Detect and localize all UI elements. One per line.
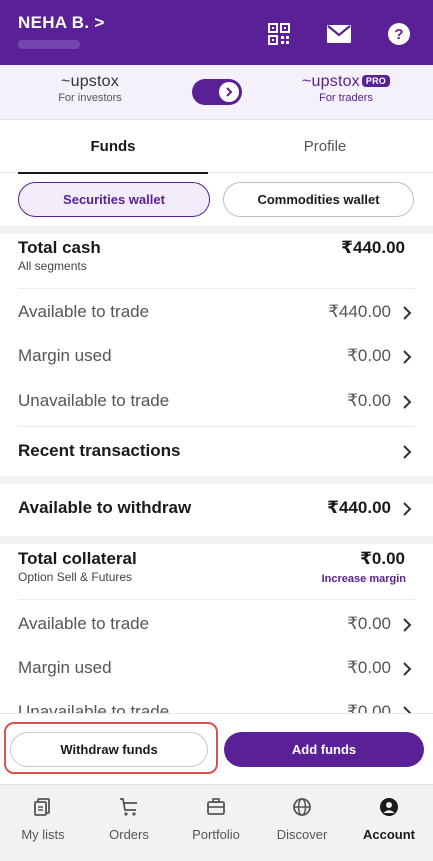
total-cash-title: Total cash <box>18 238 101 257</box>
section-divider <box>0 476 433 484</box>
total-collateral-header: Total collateral ₹0.00 <box>18 549 415 571</box>
chevron-right-icon <box>403 306 412 320</box>
upstox-investors-brand[interactable]: ~upstox For investors <box>50 73 130 104</box>
tabs: Funds Profile <box>0 121 433 174</box>
tab-profile[interactable]: Profile <box>230 121 420 173</box>
chevron-right-icon <box>403 502 412 516</box>
commodities-wallet-button[interactable]: Commodities wallet <box>223 182 414 217</box>
cart-icon <box>120 798 137 816</box>
nav-label: Discover <box>276 827 328 842</box>
total-cash-value: ₹440.00 <box>341 238 405 257</box>
upstox-pro-brand[interactable]: ~upstox PRO For traders <box>296 73 396 104</box>
increase-margin-link[interactable]: Increase margin <box>322 573 406 585</box>
tab-funds[interactable]: Funds <box>18 121 208 174</box>
app-switcher: ~upstox For investors ~upstox PRO For tra… <box>0 65 433 120</box>
chevron-right-icon <box>403 445 412 459</box>
row-label: Unavailable to trade <box>18 391 170 410</box>
nav-portfolio[interactable]: Portfolio <box>173 785 259 861</box>
total-collateral-subtitle: Option Sell & Futures <box>18 570 133 584</box>
total-cash-header: Total cash ₹440.00 <box>18 238 415 260</box>
app-toggle[interactable] <box>192 79 242 105</box>
svg-text:?: ? <box>394 26 403 43</box>
nav-discover[interactable]: Discover <box>259 785 345 861</box>
withdraw-funds-button[interactable]: Withdraw funds <box>10 732 208 767</box>
nav-label: Portfolio <box>192 827 240 842</box>
row-value: ₹0.00 <box>347 391 391 410</box>
user-name[interactable]: NEHA B. > <box>18 13 105 33</box>
recent-transactions-label: Recent transactions <box>18 441 181 460</box>
chevron-right-icon <box>219 82 239 102</box>
nav-label: Orders <box>109 827 149 842</box>
row-value: ₹0.00 <box>347 346 391 365</box>
pro-badge: PRO <box>361 75 390 87</box>
bookmark-list-icon <box>34 798 50 816</box>
action-bar: Withdraw funds Add funds <box>0 713 433 783</box>
section-divider <box>0 226 433 234</box>
divider <box>18 426 415 427</box>
client-id-redacted <box>18 40 80 49</box>
cash-available-row[interactable]: Available to trade ₹440.00 <box>18 302 415 324</box>
securities-wallet-button[interactable]: Securities wallet <box>18 182 210 217</box>
chevron-right-icon <box>403 395 412 409</box>
briefcase-icon <box>207 798 225 815</box>
bottom-nav: My lists Orders Portfolio Discover Accou… <box>0 784 433 861</box>
row-value: ₹0.00 <box>347 614 391 633</box>
chevron-right-icon <box>403 350 412 364</box>
mail-icon[interactable] <box>326 22 352 46</box>
nav-my-lists[interactable]: My lists <box>0 785 86 861</box>
account-icon <box>380 798 398 816</box>
add-funds-button[interactable]: Add funds <box>224 732 424 767</box>
recent-transactions-row[interactable]: Recent transactions <box>18 441 415 463</box>
qr-code-icon[interactable] <box>266 22 292 46</box>
withdraw-label: Available to withdraw <box>18 498 192 517</box>
nav-account[interactable]: Account <box>346 785 432 861</box>
collateral-available-row[interactable]: Available to trade ₹0.00 <box>18 614 415 636</box>
withdraw-value: ₹440.00 <box>327 498 391 517</box>
chevron-right-icon <box>403 618 412 632</box>
row-value: ₹0.00 <box>347 658 391 677</box>
available-to-withdraw-row[interactable]: Available to withdraw ₹440.00 <box>18 498 415 520</box>
total-cash-subtitle: All segments <box>18 259 87 273</box>
nav-label: Account <box>363 827 415 842</box>
row-label: Available to trade <box>18 302 150 321</box>
total-collateral-value: ₹0.00 <box>360 549 405 568</box>
row-label: Available to trade <box>18 614 150 633</box>
divider <box>18 288 415 289</box>
row-label: Margin used <box>18 346 112 365</box>
nav-label: My lists <box>21 827 65 842</box>
collateral-margin-used-row[interactable]: Margin used ₹0.00 <box>18 658 415 680</box>
chevron-right-icon <box>403 662 412 676</box>
row-label: Margin used <box>18 658 112 677</box>
row-value: ₹440.00 <box>328 302 391 321</box>
total-collateral-title: Total collateral <box>18 549 137 568</box>
help-icon[interactable]: ? <box>386 22 412 46</box>
section-divider <box>0 536 433 544</box>
nav-orders[interactable]: Orders <box>86 785 172 861</box>
cash-margin-used-row[interactable]: Margin used ₹0.00 <box>18 346 415 368</box>
app-header: NEHA B. > ? <box>0 0 433 65</box>
cash-unavailable-row[interactable]: Unavailable to trade ₹0.00 <box>18 391 415 413</box>
globe-icon <box>293 798 311 816</box>
divider <box>18 599 415 600</box>
